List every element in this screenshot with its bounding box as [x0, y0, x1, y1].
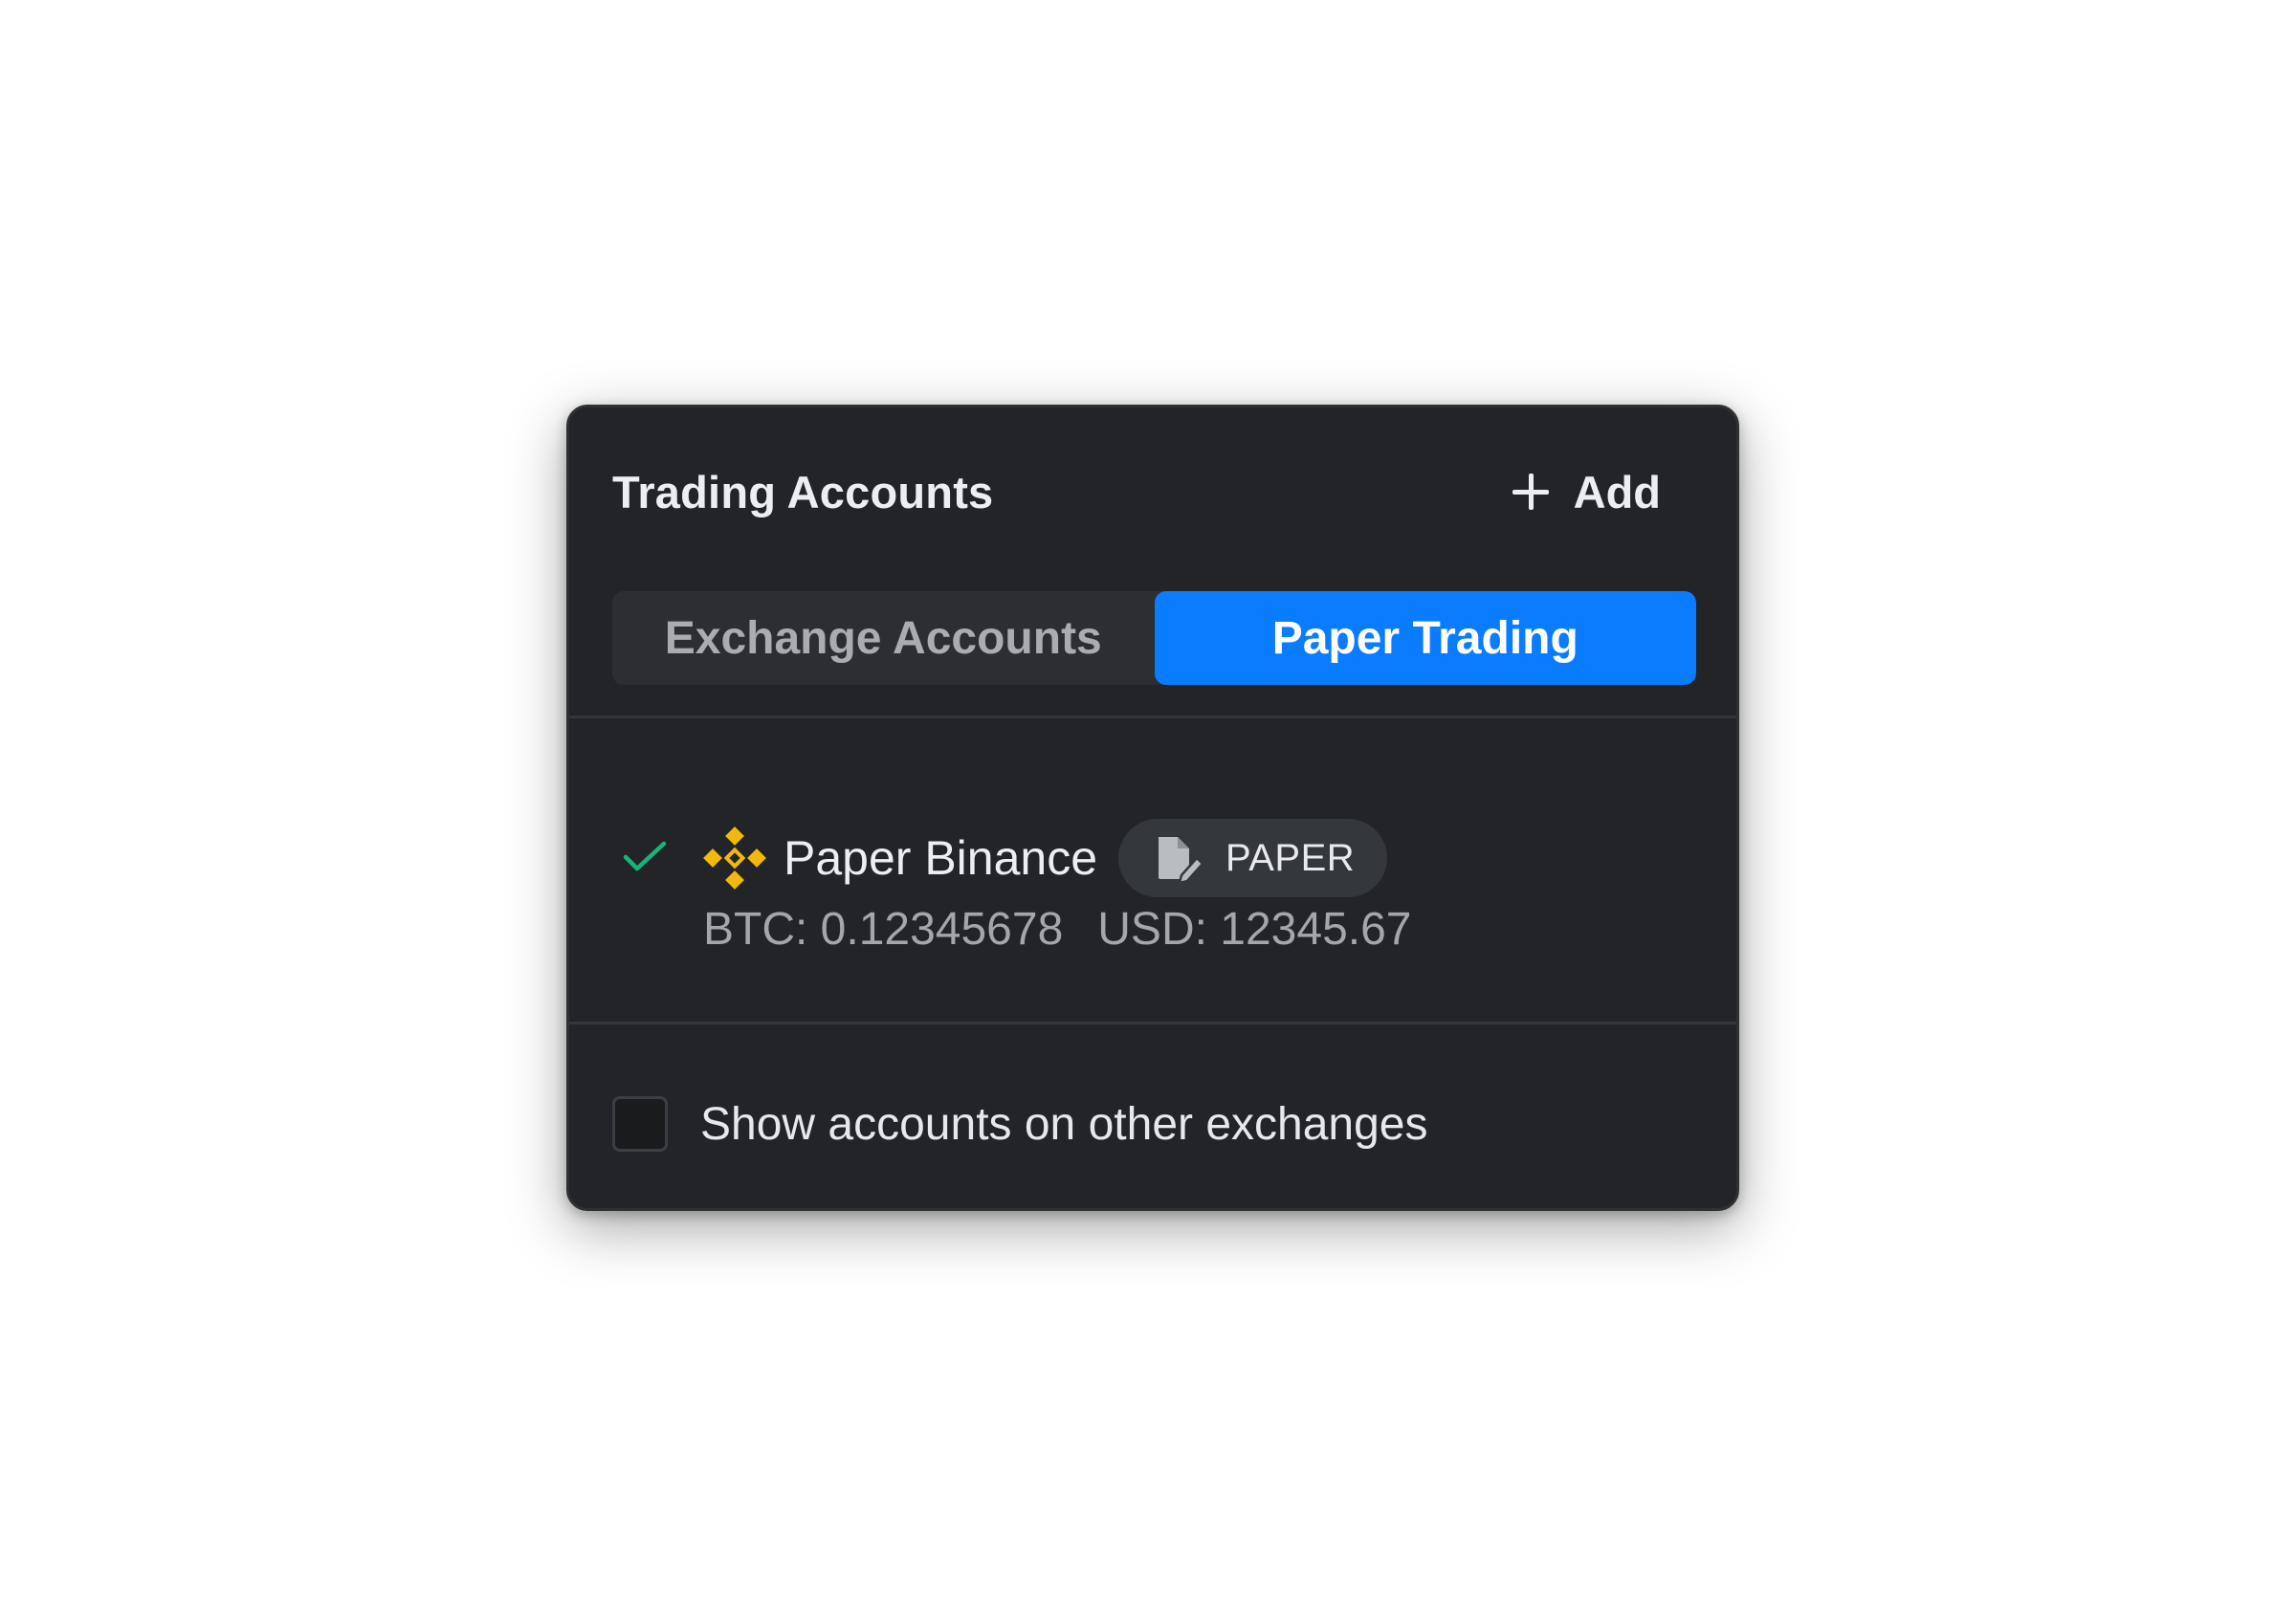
panel-title: Trading Accounts	[612, 466, 994, 517]
usd-balance: USD: 12345.67	[1097, 904, 1412, 955]
add-account-button[interactable]: Add	[1512, 466, 1693, 518]
tab-exchange-accounts[interactable]: Exchange Accounts	[612, 591, 1155, 685]
show-other-exchanges-checkbox[interactable]	[612, 1096, 668, 1152]
show-other-exchanges-label: Show accounts on other exchanges	[700, 1098, 1428, 1150]
add-label: Add	[1573, 466, 1661, 517]
badge-label: PAPER	[1225, 836, 1356, 879]
account-balances: BTC: 0.12345678 USD: 12345.67	[703, 903, 1411, 956]
check-icon	[623, 841, 667, 871]
panel-header: Trading Accounts Add	[612, 460, 1693, 523]
account-name: Paper Binance	[784, 831, 1098, 885]
account-list-item[interactable]: Paper Binance PAPER BTC: 0.12345678 USD:…	[612, 819, 1693, 962]
binance-icon	[703, 826, 766, 890]
plus-icon	[1512, 473, 1549, 510]
btc-balance: BTC: 0.12345678	[703, 904, 1064, 955]
divider	[569, 715, 1736, 718]
divider	[569, 1022, 1736, 1024]
tab-paper-trading[interactable]: Paper Trading	[1154, 591, 1696, 685]
account-row: Paper Binance PAPER	[703, 819, 1388, 897]
account-type-tabs: Exchange Accounts Paper Trading	[612, 591, 1696, 685]
paper-document-icon	[1159, 837, 1204, 883]
show-other-exchanges-option[interactable]: Show accounts on other exchanges	[612, 1092, 1428, 1156]
trading-accounts-panel: Trading Accounts Add Exchange Accounts P…	[566, 405, 1739, 1211]
paper-badge: PAPER	[1118, 819, 1388, 897]
